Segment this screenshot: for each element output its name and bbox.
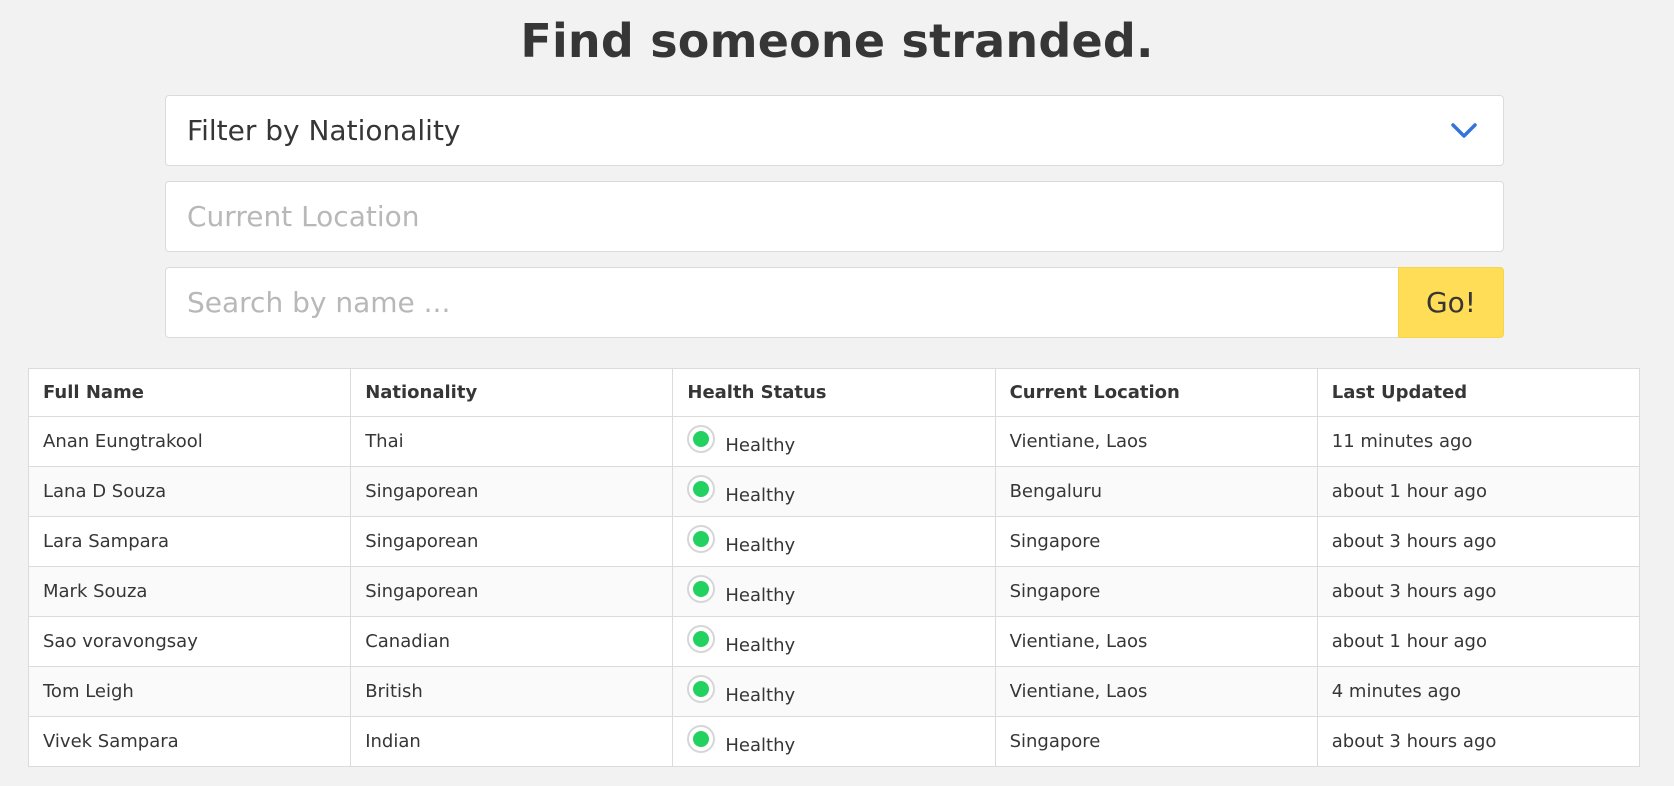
table-body: Anan Eungtrakool Thai Healthy Vientiane, La… [27,416,1641,767]
status-dot-icon [687,724,716,753]
current-location-input[interactable] [166,182,1503,251]
table-row: Lara Sampara Singaporean Healthy Singapore a… [27,516,1641,567]
health-status: Healthy [687,474,980,506]
health-status-text: Healthy [725,535,796,556]
last-updated-cell: about 3 hours ago [1316,566,1641,617]
table-row: Sao voravongsay Canadian Healthy Vientiane,… [27,616,1641,667]
table-row: Mark Souza Singaporean Healthy Singapore abo… [27,566,1641,617]
health-status-text: Healthy [725,585,796,606]
health-status-cell: Healthy [672,566,996,617]
health-status: Healthy [687,674,980,706]
full-name-cell: Sao voravongsay [27,616,352,667]
full-name-cell: Tom Leigh [27,666,352,717]
status-dot-icon [687,574,716,603]
full-name-cell: Vivek Sampara [27,716,352,767]
nationality-cell: British [350,666,674,717]
full-name-cell: Anan Eungtrakool [27,416,352,467]
search-by-name-input[interactable] [166,268,1398,337]
current-location-field-wrap [165,181,1504,252]
search-bar: Go! [165,267,1504,338]
column-header: Full Name [27,368,352,417]
nationality-cell: Singaporean [350,466,674,517]
column-header: Current Location [994,368,1318,417]
nationality-filter-label: Filter by Nationality [187,114,461,147]
status-dot-icon [687,474,716,503]
current-location-cell: Bengaluru [994,466,1318,517]
current-location-cell: Singapore [994,566,1318,617]
health-status-cell: Healthy [672,516,996,567]
full-name-cell: Lana D Souza [27,466,352,517]
table-header-row: Full Name Nationality Health Status Current… [27,368,1641,417]
health-status-text: Healthy [725,635,796,656]
health-status: Healthy [687,624,980,656]
column-header: Health Status [672,368,996,417]
current-location-cell: Vientiane, Laos [994,416,1318,467]
health-status-text: Healthy [725,735,796,756]
health-status-cell: Healthy [672,466,996,517]
stranded-people-table: Full Name Nationality Health Status Current… [27,368,1641,767]
nationality-cell: Indian [350,716,674,767]
table-row: Tom Leigh British Healthy Vientiane, Laos 4 … [27,666,1641,717]
nationality-cell: Thai [350,416,674,467]
table-row: Anan Eungtrakool Thai Healthy Vientiane, La… [27,416,1641,467]
health-status-text: Healthy [725,435,796,456]
last-updated-cell: 11 minutes ago [1316,416,1641,467]
stranded-people-table-wrap: Full Name Nationality Health Status Current… [27,368,1641,767]
nationality-cell: Singaporean [350,566,674,617]
column-header: Nationality [350,368,674,417]
full-name-cell: Mark Souza [27,566,352,617]
nationality-filter-select[interactable]: Filter by Nationality [165,95,1504,166]
health-status: Healthy [687,574,980,606]
column-header: Last Updated [1316,368,1641,417]
page-title: Find someone stranded. [520,14,1154,68]
chevron-down-icon [1451,123,1477,138]
status-dot-icon [687,674,716,703]
current-location-cell: Vientiane, Laos [994,666,1318,717]
go-button[interactable]: Go! [1398,267,1504,338]
health-status-cell: Healthy [672,616,996,667]
status-dot-icon [687,424,716,453]
health-status-cell: Healthy [672,716,996,767]
status-dot-icon [687,524,716,553]
health-status-text: Healthy [725,685,796,706]
status-dot-icon [687,624,716,653]
health-status: Healthy [687,524,980,556]
last-updated-cell: about 1 hour ago [1316,466,1641,517]
current-location-cell: Singapore [994,716,1318,767]
current-location-cell: Singapore [994,516,1318,567]
health-status: Healthy [687,724,980,756]
health-status-cell: Healthy [672,666,996,717]
table-row: Lana D Souza Singaporean Healthy Bengaluru a… [27,466,1641,517]
health-status-text: Healthy [725,485,796,506]
nationality-cell: Canadian [350,616,674,667]
search-input-wrap [165,267,1398,338]
last-updated-cell: 4 minutes ago [1316,666,1641,717]
health-status-cell: Healthy [672,416,996,467]
nationality-cell: Singaporean [350,516,674,567]
last-updated-cell: about 1 hour ago [1316,616,1641,667]
table-row: Vivek Sampara Indian Healthy Singapore about… [27,716,1641,767]
full-name-cell: Lara Sampara [27,516,352,567]
current-location-cell: Vientiane, Laos [994,616,1318,667]
last-updated-cell: about 3 hours ago [1316,516,1641,567]
last-updated-cell: about 3 hours ago [1316,716,1641,767]
health-status: Healthy [687,424,980,456]
